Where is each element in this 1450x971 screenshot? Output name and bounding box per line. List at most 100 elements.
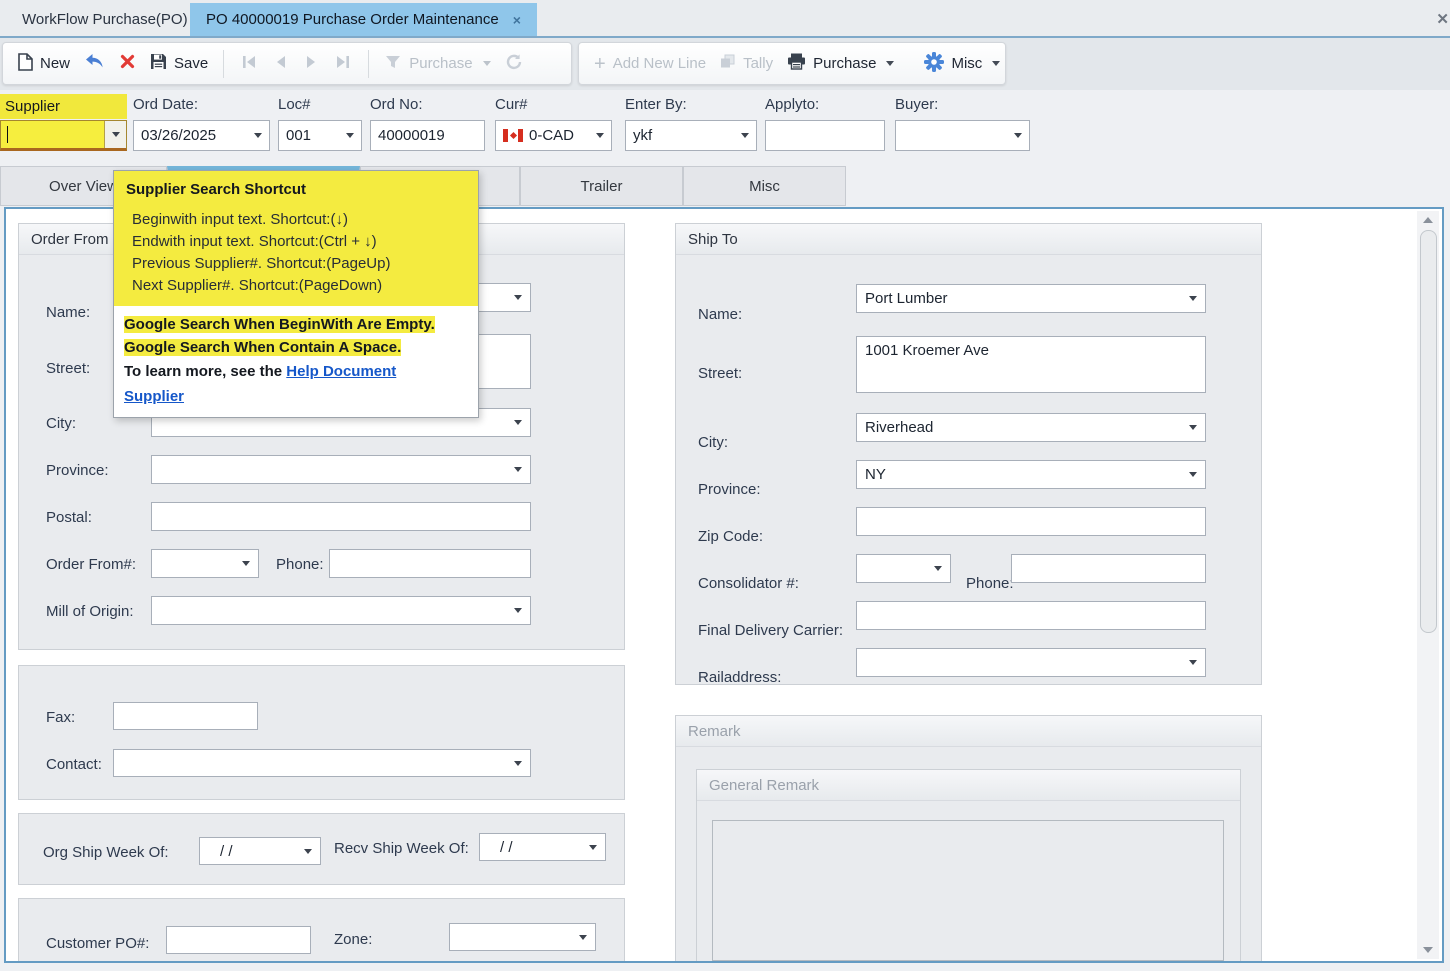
refresh-button[interactable] [505, 53, 523, 75]
supplier-dropdown-button[interactable] [104, 121, 126, 148]
customer-po-input[interactable] [166, 926, 311, 954]
zone-combobox[interactable] [449, 923, 596, 951]
province-label: Province: [698, 481, 761, 498]
recv-ship-week-combobox[interactable]: / / [479, 833, 606, 861]
toolbar-group-main: New Save [2, 42, 572, 85]
scroll-down-button[interactable] [1417, 941, 1439, 959]
tally-label: Tally [743, 55, 773, 72]
filter-purchase-button[interactable]: Purchase [384, 54, 490, 74]
ship-to-name-combobox[interactable]: Port Lumber [856, 284, 1206, 313]
misc-button[interactable]: Misc [924, 52, 1000, 76]
enter-by-combobox[interactable]: ykf [625, 120, 757, 151]
cur-combobox[interactable]: 0-CAD [495, 120, 612, 151]
nav-last-button[interactable] [333, 54, 353, 74]
nav-previous-button[interactable] [273, 54, 289, 74]
plus-icon: + [594, 56, 606, 72]
chevron-down-icon [304, 849, 312, 854]
supplier-combobox[interactable] [0, 120, 127, 151]
final-delivery-carrier-input[interactable] [856, 601, 1206, 630]
save-button[interactable]: Save [150, 53, 208, 74]
general-remark-textarea[interactable] [712, 820, 1224, 961]
railaddress-combobox[interactable] [856, 648, 1206, 677]
ord-date-label: Ord Date: [133, 96, 198, 113]
chevron-down-icon [1189, 472, 1197, 477]
mill-of-origin-label: Mill of Origin: [46, 603, 134, 620]
ship-to-group: Ship To Name: Port Lumber Street: 1001 K… [675, 223, 1262, 685]
applyto-input[interactable] [765, 120, 885, 151]
remark-group: Remark General Remark [675, 715, 1262, 963]
chevron-down-icon [741, 133, 749, 138]
org-ship-week-combobox[interactable]: / / [199, 837, 321, 865]
ship-to-title: Ship To [688, 231, 738, 248]
order-from-postal-input[interactable] [151, 502, 531, 531]
order-from-province-combobox[interactable] [151, 455, 531, 484]
order-from-title: Order From [31, 231, 109, 248]
new-button[interactable]: New [18, 53, 70, 75]
vertical-scrollbar[interactable] [1417, 211, 1439, 959]
ship-to-street-textarea[interactable]: 1001 Kroemer Ave [856, 336, 1206, 393]
arrow-down-icon [1423, 947, 1433, 953]
chevron-down-icon [242, 561, 250, 566]
add-new-line-button[interactable]: + Add New Line [594, 55, 706, 72]
ship-to-city-combobox[interactable]: Riverhead [856, 413, 1206, 442]
org-ship-week-label: Org Ship Week Of: [43, 844, 169, 861]
page-tab-misc[interactable]: Misc [683, 166, 846, 206]
chevron-down-icon [1189, 296, 1197, 301]
ship-to-province-combobox[interactable]: NY [856, 460, 1206, 489]
tab-po-maintenance[interactable]: PO 40000019 Purchase Order Maintenance × [190, 3, 537, 36]
page-tab-trailer[interactable]: Trailer [520, 166, 683, 206]
supplier-label-text: Supplier [5, 98, 60, 115]
phone-label: Phone: [966, 575, 1014, 592]
ship-to-street-value: 1001 Kroemer Ave [865, 342, 1197, 359]
chevron-down-icon [483, 61, 491, 66]
save-label: Save [174, 55, 208, 72]
loc-combobox[interactable]: 001 [278, 120, 362, 151]
buyer-combobox[interactable] [895, 120, 1030, 151]
chevron-down-icon [1189, 425, 1197, 430]
nav-first-button[interactable] [239, 54, 259, 74]
chevron-down-icon [934, 566, 942, 571]
ship-week-group: Org Ship Week Of: / / Recv Ship Week Of:… [18, 813, 625, 885]
ship-to-city-value: Riverhead [865, 419, 1189, 436]
order-from-no-label: Order From#: [46, 556, 136, 573]
province-label: Province: [46, 462, 109, 479]
tally-copy-icon [720, 54, 736, 73]
cur-value: 0-CAD [529, 127, 596, 144]
order-from-no-combobox[interactable] [151, 549, 259, 578]
chevron-down-icon [579, 935, 587, 940]
tally-button[interactable]: Tally [720, 54, 773, 73]
scrollbar-thumb[interactable] [1420, 230, 1437, 633]
scroll-up-button[interactable] [1417, 211, 1439, 229]
street-label: Street: [46, 360, 90, 377]
nav-next-icon [303, 54, 319, 74]
consolidator-combobox[interactable] [856, 554, 951, 583]
zone-label: Zone: [334, 931, 372, 948]
applyto-label: Applyto: [765, 96, 819, 113]
gear-icon [924, 52, 944, 76]
contact-combobox[interactable] [113, 749, 531, 777]
remark-header: Remark [676, 716, 1261, 747]
supplier-link[interactable]: Supplier [124, 388, 184, 405]
mill-of-origin-combobox[interactable] [151, 596, 531, 625]
zip-code-input[interactable] [856, 507, 1206, 536]
text-cursor [7, 126, 8, 143]
nav-next-button[interactable] [303, 54, 319, 74]
refresh-icon [505, 53, 523, 75]
fax-input[interactable] [113, 702, 258, 730]
purchase-order-maintenance-window: WorkFlow Purchase(PO) PO 40000019 Purcha… [0, 0, 1450, 971]
ord-no-input[interactable]: 40000019 [370, 120, 485, 151]
undo-button[interactable] [84, 53, 105, 74]
ord-date-combobox[interactable]: 03/26/2025 [133, 120, 270, 151]
delete-button[interactable] [119, 53, 136, 74]
window-tab-strip: WorkFlow Purchase(PO) PO 40000019 Purcha… [0, 0, 1450, 38]
tab-close-icon[interactable]: × [513, 12, 521, 28]
order-from-phone-input[interactable] [329, 549, 531, 578]
buyer-label: Buyer: [895, 96, 938, 113]
tab-label: PO 40000019 Purchase Order Maintenance [206, 11, 499, 28]
tab-workflow-purchase[interactable]: WorkFlow Purchase(PO) [6, 3, 204, 36]
close-icon[interactable]: ✕ [1436, 10, 1449, 28]
page-tab-label: Trailer [581, 178, 623, 195]
ship-to-phone-input[interactable] [1011, 554, 1206, 583]
help-document-link[interactable]: Help Document [286, 363, 396, 380]
print-purchase-button[interactable]: Purchase [787, 53, 894, 74]
